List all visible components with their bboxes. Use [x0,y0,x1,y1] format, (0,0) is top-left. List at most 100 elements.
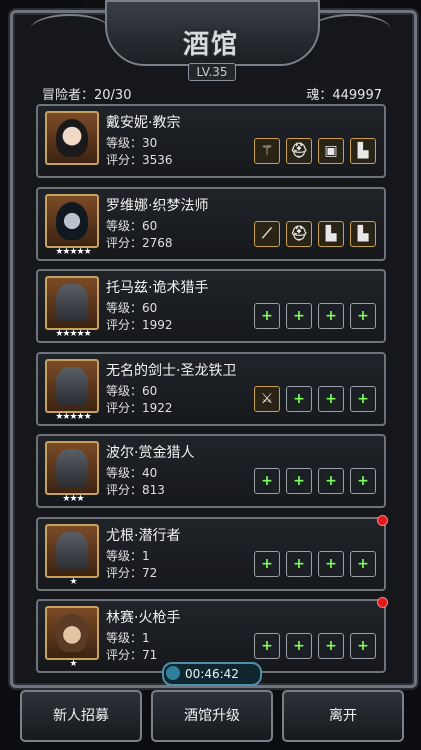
new-indicator-dot [377,514,388,526]
equipment-slot[interactable]: ⛑ [286,138,312,164]
equipment-slot[interactable]: + [254,303,280,329]
add-equipment-icon: + [261,555,273,572]
equipment-slot[interactable]: ▙ [318,220,344,247]
hero-portrait[interactable] [45,358,99,413]
add-equipment-icon: + [325,473,337,489]
recruit-button[interactable]: 新人招募 [20,690,142,742]
equipment-slot[interactable]: + [286,303,312,329]
equipment-slot[interactable]: + [254,468,280,494]
add-equipment-icon: + [325,638,337,654]
hero-stars: ★★★★★ [55,246,91,257]
upgrade-tavern-button[interactable]: 酒馆升级 [151,690,273,742]
equipment-slot[interactable]: + [254,633,280,659]
hero-face-icon [56,531,88,570]
hero-card[interactable]: ★★★ 波尔·赏金猎人 等级：40 评分：813 + + + + [36,434,386,508]
ornament-right [311,14,391,46]
equipment-slots: ⚚ ⛑ ▣ ▙ [254,138,376,164]
hero-stars: ★ [69,576,77,587]
hero-portrait[interactable] [45,111,99,165]
tome-icon: ▣ [324,143,338,159]
clock-icon [166,666,180,680]
hero-portrait[interactable] [45,441,99,495]
hero-score: 评分：71 [106,648,158,662]
add-equipment-icon: + [357,308,369,324]
equipment-slot[interactable]: + [318,385,344,412]
equipment-slot[interactable]: ⚚ [254,138,280,164]
equipment-slot[interactable]: ▣ [318,138,344,164]
equipment-slot[interactable]: + [350,303,376,329]
add-equipment-icon: + [261,473,273,489]
hero-score: 评分：2768 [106,235,173,250]
hero-level: 等级：60 [106,383,158,398]
hero-portrait[interactable] [45,523,99,578]
equipment-slot[interactable]: + [350,550,376,577]
equipment-slot[interactable]: + [350,385,376,412]
hero-face-icon [56,614,88,652]
equipment-slot[interactable]: + [318,468,344,494]
adventurer-count: 冒险者：20/30 [42,88,132,103]
equipment-slot[interactable]: + [350,633,376,659]
hero-face-icon [56,284,88,322]
hero-list: 戴安妮·教宗 等级：30 评分：3536 ⚚ ⛑ ▣ ▙ ★★★★★ 罗维娜·织梦法师 等级：60… [36,104,388,682]
equipment-slot[interactable]: ⚔ [254,385,280,412]
hero-stars: ★★★★★ [55,329,91,339]
timer-text: 00:46:42 [185,667,239,681]
equipment-slot[interactable]: + [286,385,312,412]
hero-card[interactable]: ★★★★★ 托马兹·诡术猎手 等级：60 评分：1992 + + + + [36,269,386,343]
hero-score: 评分：1992 [106,318,173,332]
hero-portrait[interactable] [45,193,99,248]
equipment-slot[interactable]: ▙ [350,138,376,164]
equipment-slot[interactable]: + [318,303,344,329]
add-equipment-icon: + [325,308,337,324]
hero-name: 无名的剑士·圣龙铁卫 [106,362,237,379]
hero-portrait[interactable] [45,276,99,330]
hero-name: 尤根·潜行者 [106,527,181,544]
hero-score: 评分：813 [106,483,165,497]
hero-name: 波尔·赏金猎人 [106,445,195,461]
leave-button[interactable]: 离开 [282,690,404,742]
hero-card[interactable]: 戴安妮·教宗 等级：30 评分：3536 ⚚ ⛑ ▣ ▙ [36,104,386,178]
new-indicator-dot [377,597,388,608]
equipment-slot[interactable]: + [318,633,344,659]
add-equipment-icon: + [293,473,305,489]
equipment-slot[interactable]: ▙ [350,220,376,247]
equipment-slot[interactable]: + [286,633,312,659]
hero-level: 等级：1 [106,631,150,645]
refresh-timer: 00:46:42 [162,662,262,686]
boots-icon: ▙ [325,225,337,242]
equipment-slots: ⚔ + + + [254,385,376,412]
sword-icon: ⚔ [260,390,274,407]
equipment-slot[interactable]: + [254,550,280,577]
hero-card[interactable]: ★ 尤根·潜行者 等级：1 评分：72 + + + + [36,514,388,591]
hero-level: 等级：30 [106,136,158,150]
equipment-slot[interactable]: + [350,468,376,494]
boots-icon: ▙ [357,143,369,159]
add-equipment-icon: + [357,555,369,572]
hero-level: 等级：1 [106,548,150,563]
page-title: 酒馆 [182,30,239,60]
staff-icon: ⚚ [260,143,274,159]
hero-score: 评分：72 [106,565,158,580]
add-equipment-icon: + [261,638,273,654]
hero-card[interactable]: ★★★★★ 无名的剑士·圣龙铁卫 等级：60 评分：1922 ⚔ + + + [36,351,386,426]
wand-icon: ⟋ [262,225,272,242]
equipment-slots: + + + + [254,468,376,494]
hero-portrait[interactable] [45,606,99,660]
boots-icon: ▙ [357,225,369,242]
add-equipment-icon: + [293,308,305,324]
add-equipment-icon: + [325,555,337,572]
equipment-slots: + + + + [254,633,376,659]
equipment-slots: + + + + [254,303,376,329]
hero-name: 林赛·火枪手 [106,610,181,626]
equipment-slot[interactable]: ⟋ [254,220,280,247]
hero-stars: ★★★ [62,494,84,504]
ornament-left [30,14,110,46]
equipment-slot[interactable]: + [318,550,344,577]
hero-card[interactable]: ★★★★★ 罗维娜·织梦法师 等级：60 评分：2768 ⟋ ⛑ ▙ ▙ [36,186,386,261]
equipment-slot[interactable]: + [286,550,312,577]
add-equipment-icon: + [293,555,305,572]
equipment-slot[interactable]: ⛑ [286,220,312,247]
hero-score: 评分：1922 [106,400,173,415]
stats-bar: 冒险者：20/30 魂：449997 [42,84,382,103]
equipment-slot[interactable]: + [286,468,312,494]
